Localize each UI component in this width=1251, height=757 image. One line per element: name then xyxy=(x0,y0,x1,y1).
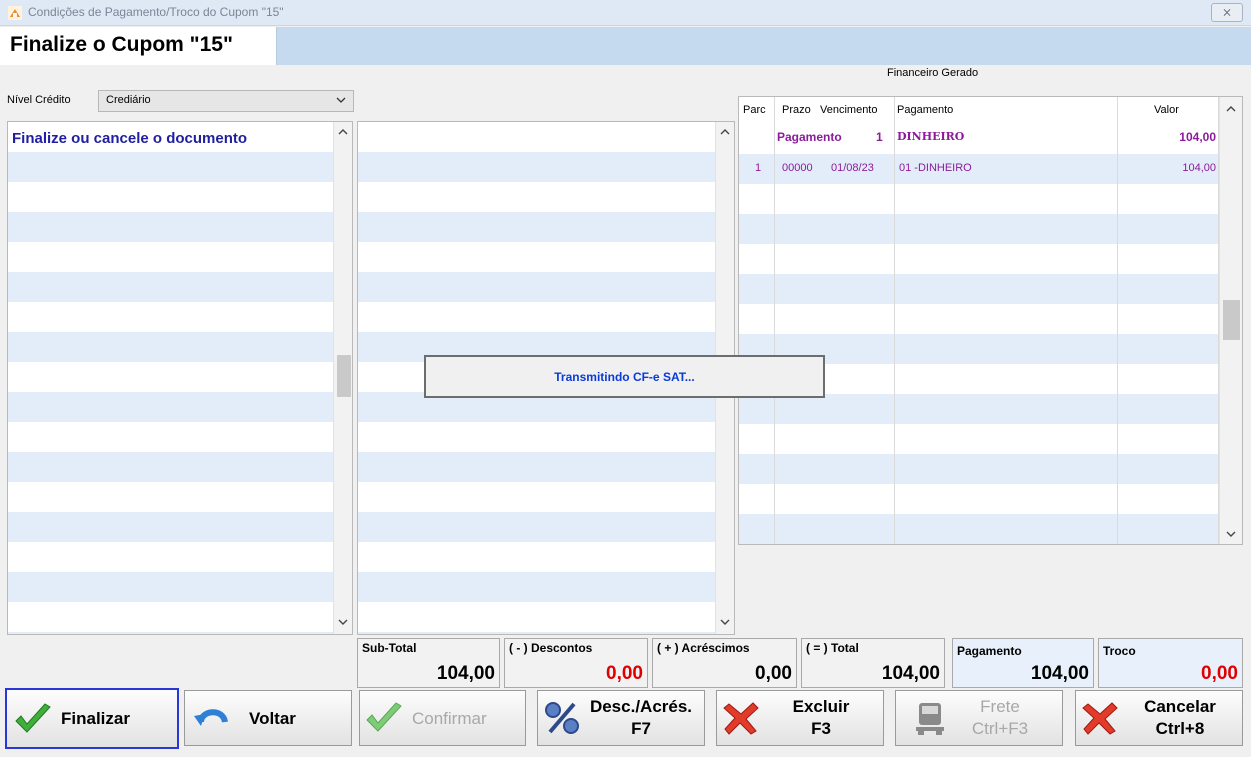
pagamento-label: Pagamento xyxy=(957,644,1022,658)
cancelar-label: Cancelar xyxy=(1144,697,1216,716)
excluir-shortcut: F3 xyxy=(811,719,831,738)
excluir-button[interactable]: Excluir F3 xyxy=(716,690,884,746)
scroll-down-icon[interactable] xyxy=(338,618,348,626)
red-x-icon xyxy=(723,702,759,735)
troco-label: Troco xyxy=(1103,644,1136,658)
troco-value: 0,00 xyxy=(1201,663,1238,684)
list-rows xyxy=(8,122,333,634)
voltar-label: Voltar xyxy=(249,709,296,728)
scroll-up-icon[interactable] xyxy=(720,128,730,136)
total-value: 104,00 xyxy=(881,663,940,684)
finalizar-button[interactable]: Finalizar xyxy=(5,688,179,749)
descontos-label: ( - ) Descontos xyxy=(509,641,593,655)
cell-prazo: 00000 xyxy=(782,162,813,174)
grid-rows xyxy=(739,124,1219,544)
subtotal-value: 104,00 xyxy=(436,663,495,684)
cancelar-shortcut: Ctrl+8 xyxy=(1155,719,1205,738)
page-title: Finalize o Cupom "15" xyxy=(10,33,233,56)
column-header-vencimento[interactable]: Vencimento xyxy=(820,104,877,116)
group-label: Pagamento xyxy=(777,130,842,144)
nivel-credito-value: Crediário xyxy=(106,94,151,106)
red-x-icon xyxy=(1082,702,1118,735)
chevron-down-icon xyxy=(336,97,346,103)
cell-parc: 1 xyxy=(755,162,762,174)
items-list[interactable]: Finalize ou cancele o documento xyxy=(7,121,353,635)
window-title: Condições de Pagamento/Troco do Cupom "1… xyxy=(28,5,284,19)
descontos-value: 0,00 xyxy=(606,663,643,684)
scroll-down-icon[interactable] xyxy=(720,618,730,626)
cancelar-button[interactable]: Cancelar Ctrl+8 xyxy=(1075,690,1243,746)
pagamento-box: Pagamento 104,00 xyxy=(952,638,1094,688)
desc-acres-button[interactable]: Desc./Acrés. F7 xyxy=(537,690,705,746)
scroll-up-icon[interactable] xyxy=(338,128,348,136)
group-pagamento: DINHEIRO xyxy=(897,130,965,143)
troco-box: Troco 0,00 xyxy=(1098,638,1243,688)
cell-pagamento: 01 -DINHEIRO xyxy=(899,162,972,174)
table-row[interactable]: 1 00000 01/08/23 01 -DINHEIRO 104,00 xyxy=(739,154,1218,184)
confirmar-button[interactable]: Confirmar xyxy=(359,690,526,746)
progress-dialog: Transmitindo CF-e SAT... xyxy=(424,355,825,398)
column-header-parc[interactable]: Parc xyxy=(743,104,766,116)
column-header-valor[interactable]: Valor xyxy=(1154,104,1179,116)
total-box: ( = ) Total 104,00 xyxy=(801,638,945,688)
group-valor: 104,00 xyxy=(1179,130,1216,144)
group-number: 1 xyxy=(876,130,883,144)
message-text: Finalize ou cancele o documento xyxy=(12,130,248,147)
nivel-credito-select[interactable]: Crediário xyxy=(98,90,354,112)
close-icon: ⨯ xyxy=(1221,5,1233,19)
column-header-pagamento[interactable]: Pagamento xyxy=(897,104,953,116)
confirmar-label: Confirmar xyxy=(412,709,487,728)
frete-shortcut: Ctrl+F3 xyxy=(971,719,1029,738)
percent-icon xyxy=(545,702,579,734)
nivel-credito-label: Nível Crédito xyxy=(7,94,71,106)
acrescimos-box: ( + ) Acréscimos 0,00 xyxy=(652,638,797,688)
scroll-thumb[interactable] xyxy=(1223,300,1240,340)
undo-arrow-icon xyxy=(194,709,228,726)
subtotal-box: Sub-Total 104,00 xyxy=(357,638,500,688)
cell-vencimento: 01/08/23 xyxy=(831,162,874,174)
group-row[interactable]: Pagamento 1 DINHEIRO 104,00 xyxy=(739,126,1218,152)
frete-button[interactable]: Frete Ctrl+F3 xyxy=(895,690,1063,746)
scroll-thumb[interactable] xyxy=(337,355,351,397)
voltar-button[interactable]: Voltar xyxy=(184,690,352,746)
financeiro-label: Financeiro Gerado xyxy=(887,67,979,79)
total-label: ( = ) Total xyxy=(806,641,859,655)
acrescimos-label: ( + ) Acréscimos xyxy=(657,641,750,655)
cell-valor: 104,00 xyxy=(1182,162,1216,174)
financeiro-grid[interactable]: Parc Prazo Vencimento Pagamento Valor Pa… xyxy=(738,96,1243,545)
scrollbar[interactable] xyxy=(1219,97,1242,544)
close-button[interactable]: ⨯ xyxy=(1211,3,1243,22)
column-header-prazo[interactable]: Prazo xyxy=(782,104,811,116)
acrescimos-value: 0,00 xyxy=(755,663,792,684)
finalizar-label: Finalizar xyxy=(61,709,130,728)
subtotal-label: Sub-Total xyxy=(362,641,417,655)
scroll-up-icon[interactable] xyxy=(1226,105,1236,113)
frete-label: Frete xyxy=(980,697,1020,716)
check-icon xyxy=(366,702,402,732)
descontos-box: ( - ) Descontos 0,00 xyxy=(504,638,648,688)
scrollbar[interactable] xyxy=(333,122,352,634)
pagamento-value: 104,00 xyxy=(1030,663,1089,684)
desc-acres-label: Desc./Acrés. xyxy=(589,697,693,716)
progress-message: Transmitindo CF-e SAT... xyxy=(554,370,695,384)
check-icon xyxy=(15,703,51,733)
scroll-down-icon[interactable] xyxy=(1226,530,1236,538)
app-icon xyxy=(8,6,22,20)
desc-acres-shortcut: F7 xyxy=(631,719,651,738)
excluir-label: Excluir xyxy=(792,697,850,716)
